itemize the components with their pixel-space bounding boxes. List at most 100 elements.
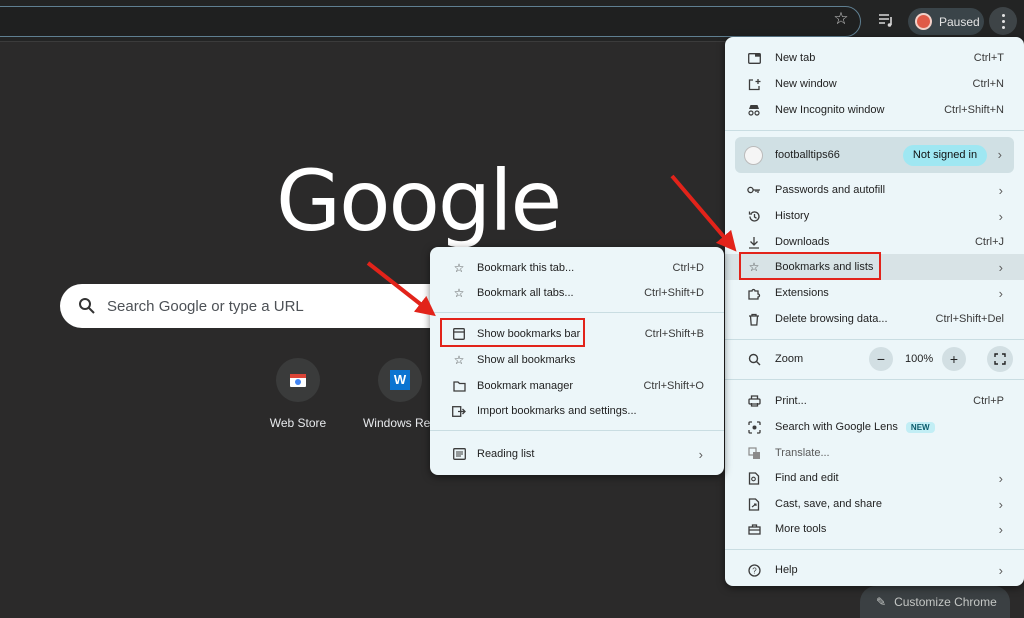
menu-item-new-window[interactable]: New window Ctrl+N — [725, 71, 1024, 97]
customize-label: Customize Chrome — [894, 595, 997, 609]
menu-item-label: Downloads — [775, 236, 830, 248]
bookmark-star-icon[interactable]: ☆ — [831, 9, 851, 29]
menu-item-label: New Incognito window — [775, 104, 885, 116]
printer-icon — [747, 394, 761, 408]
menu-item-label: Bookmark manager — [477, 380, 573, 392]
shortcut-text: Ctrl+Shift+O — [643, 380, 704, 392]
menu-divider — [430, 430, 724, 431]
menu-item-label: Show all bookmarks — [477, 354, 576, 366]
chevron-right-icon: › — [998, 521, 1003, 537]
reading-list-icon[interactable] — [876, 10, 896, 30]
lens-icon — [747, 420, 761, 434]
menu-item-passwords[interactable]: Passwords and autofill › — [725, 177, 1024, 203]
submenu-item-show-all-bookmarks[interactable]: ☆ Show all bookmarks — [430, 347, 724, 373]
fullscreen-icon — [994, 353, 1006, 365]
puzzle-icon — [747, 286, 761, 300]
menu-divider — [725, 379, 1024, 380]
submenu-item-bookmark-all-tabs[interactable]: ☆ Bookmark all tabs... Ctrl+Shift+D — [430, 280, 724, 306]
shortcut-web-store[interactable]: Web Store — [250, 358, 346, 430]
menu-divider — [430, 312, 724, 313]
menu-divider — [725, 339, 1024, 340]
menu-divider — [725, 549, 1024, 550]
browser-toolbar: ☆ Paused — [0, 0, 1024, 42]
fullscreen-button[interactable] — [987, 346, 1013, 372]
chrome-menu-button[interactable] — [989, 7, 1017, 35]
shortcut-text: Ctrl+P — [973, 395, 1004, 407]
star-plus-icon: ☆ — [453, 286, 465, 300]
customize-chrome-button[interactable]: ✎ Customize Chrome — [860, 586, 1010, 618]
search-placeholder: Search Google or type a URL — [107, 298, 304, 315]
chrome-main-menu: New tab Ctrl+T New window Ctrl+N New Inc… — [725, 37, 1024, 586]
zoom-in-button[interactable]: + — [942, 347, 966, 371]
toolbox-icon — [747, 522, 761, 536]
menu-item-label: Bookmark all tabs... — [477, 287, 574, 299]
translate-icon — [747, 446, 761, 460]
profile-name: footballtips66 — [775, 149, 840, 161]
chevron-right-icon: › — [998, 285, 1003, 301]
chevron-right-icon: › — [998, 259, 1003, 275]
menu-item-history[interactable]: History › — [725, 203, 1024, 229]
menu-item-label: Bookmark this tab... — [477, 262, 575, 274]
folder-star-icon — [452, 379, 466, 393]
menu-item-label: Cast, save, and share — [775, 498, 883, 510]
menu-item-extensions[interactable]: Extensions › — [725, 280, 1024, 306]
import-icon — [452, 404, 466, 418]
find-icon — [747, 471, 761, 485]
menu-item-more-tools[interactable]: More tools › — [725, 516, 1024, 542]
menu-item-find-and-edit[interactable]: Find and edit › — [725, 465, 1024, 491]
profile-row[interactable]: footballtips66 Not signed in › — [735, 137, 1014, 173]
star-icon: ☆ — [453, 261, 465, 275]
shortcut-text: Ctrl+D — [672, 262, 704, 274]
chevron-right-icon: › — [698, 446, 703, 462]
new-tab-icon — [747, 51, 761, 65]
shortcut-label: Web Store — [269, 416, 327, 430]
menu-item-label: Find and edit — [775, 472, 839, 484]
chevron-right-icon: › — [998, 562, 1003, 578]
chevron-right-icon: › — [997, 147, 1002, 162]
not-signed-in-badge[interactable]: Not signed in — [903, 145, 987, 166]
menu-item-translate[interactable]: Translate... — [725, 440, 1024, 466]
bookmarks-submenu: ☆ Bookmark this tab... Ctrl+D ☆ Bookmark… — [430, 247, 724, 475]
chevron-right-icon: › — [998, 470, 1003, 486]
menu-item-label: Import bookmarks and settings... — [477, 405, 637, 417]
menu-item-print[interactable]: Print... Ctrl+P — [725, 388, 1024, 414]
menu-item-new-tab[interactable]: New tab Ctrl+T — [725, 45, 1024, 71]
menu-item-help[interactable]: ? Help › — [725, 557, 1024, 583]
menu-item-google-lens[interactable]: Search with Google Lens NEW — [725, 414, 1024, 440]
new-badge: NEW — [905, 422, 935, 433]
pencil-icon: ✎ — [876, 595, 887, 609]
trash-icon — [747, 312, 761, 326]
svg-text:?: ? — [752, 566, 757, 575]
profile-paused-button[interactable]: Paused — [908, 8, 984, 35]
zoom-out-button[interactable]: − — [869, 347, 893, 371]
windows-report-icon: W — [378, 358, 422, 402]
menu-item-cast-save-share[interactable]: Cast, save, and share › — [725, 491, 1024, 517]
incognito-icon — [747, 103, 761, 117]
lens-label: Search with Google Lens — [775, 421, 898, 433]
menu-item-label: Zoom — [775, 353, 804, 365]
shortcut-text: Ctrl+Shift+N — [944, 104, 1004, 116]
paused-label: Paused — [939, 14, 980, 29]
menu-item-new-incognito[interactable]: New Incognito window Ctrl+Shift+N — [725, 97, 1024, 123]
submenu-item-bookmark-manager[interactable]: Bookmark manager Ctrl+Shift+O — [430, 373, 724, 399]
share-icon — [747, 497, 761, 511]
menu-item-label: New tab — [775, 52, 816, 64]
menu-item-label: Reading list — [477, 448, 535, 460]
menu-item-label: Search with Google Lens NEW — [775, 421, 935, 433]
submenu-item-bookmark-this-tab[interactable]: ☆ Bookmark this tab... Ctrl+D — [430, 255, 724, 281]
menu-item-label: History — [775, 210, 810, 222]
reading-list-icon — [452, 447, 466, 461]
shortcut-text: Ctrl+Shift+Del — [935, 313, 1004, 325]
google-logo: Google — [276, 152, 562, 250]
menu-item-label: More tools — [775, 523, 827, 535]
submenu-item-import-bookmarks[interactable]: Import bookmarks and settings... — [430, 398, 724, 424]
chevron-right-icon: › — [998, 208, 1003, 224]
submenu-item-reading-list[interactable]: Reading list › — [430, 441, 724, 467]
address-bar[interactable] — [0, 6, 861, 37]
shortcut-text: Ctrl+J — [974, 236, 1004, 248]
annotation-arrow — [670, 174, 737, 252]
avatar — [915, 13, 932, 30]
menu-item-label: Print... — [775, 395, 807, 407]
search-icon — [79, 298, 95, 314]
menu-item-delete-browsing-data[interactable]: Delete browsing data... Ctrl+Shift+Del — [725, 306, 1024, 332]
